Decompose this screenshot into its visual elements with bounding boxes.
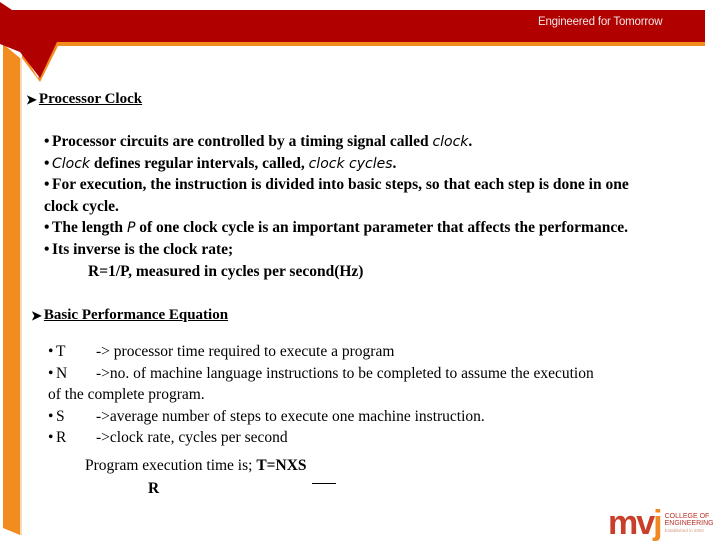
text: Processor circuits are controlled by a t…: [52, 133, 433, 150]
arrow-bullet-icon: ➤: [26, 91, 37, 107]
bullet-dot: •: [48, 343, 54, 360]
term-symbol: S: [56, 408, 65, 425]
logo-mark: mvj: [608, 506, 663, 540]
term-continuation: of the complete program.: [48, 386, 205, 403]
logo-j: j: [653, 504, 663, 542]
term-line: • N ->no. of machine language instructions…: [48, 365, 594, 383]
college-logo: mvj COLLEGE OF ENGINEERING Established i…: [608, 502, 714, 540]
logo-line1: COLLEGE OF: [664, 513, 710, 520]
logo-mv: mv: [608, 504, 655, 542]
italic-term: clock: [432, 134, 469, 150]
bullet-continuation: clock cycle.: [44, 198, 119, 215]
term-description: ->no. of machine language instructions t…: [96, 365, 594, 382]
orange-underline-stripe: [22, 41, 705, 82]
term-line: • T -> processor time required to execute …: [48, 343, 394, 361]
bullet-dot: •: [44, 133, 50, 150]
tagline: Engineered for Tomorrow: [538, 16, 663, 28]
bullet-dot: •: [44, 176, 50, 193]
bullet-dot: •: [48, 408, 54, 425]
section-heading-performance-equation: ➤ Basic Performance Equation: [31, 307, 228, 324]
text: Its inverse is the clock rate;: [52, 241, 234, 258]
arrow-bullet-icon: ➤: [31, 307, 42, 323]
term-line: • R ->clock rate, cycles per second: [48, 429, 288, 447]
bullet-line: • Its inverse is the clock rate;: [44, 241, 233, 259]
text: For execution, the instruction is divide…: [52, 176, 629, 193]
logo-line3: Established in 2002: [664, 528, 704, 533]
term-symbol: N: [56, 365, 68, 382]
bullet-line: • For execution, the instruction is divid…: [44, 176, 629, 194]
heading-text: Basic Performance Equation: [43, 307, 229, 323]
bullet-dot: •: [48, 365, 54, 382]
section-heading-processor-clock: ➤ Processor Clock: [26, 91, 142, 108]
left-orange-bar: [3, 44, 20, 535]
text: .: [468, 133, 473, 150]
term-description: ->clock rate, cycles per second: [96, 429, 288, 446]
term-symbol: T: [56, 343, 66, 360]
formula-denominator: R: [148, 480, 160, 497]
term-symbol: R: [56, 429, 67, 446]
bullet-line: • Clock defines regular intervals, called…: [44, 155, 396, 173]
red-banner: [0, 2, 705, 78]
text: .: [392, 155, 397, 172]
bullet-dot: •: [44, 155, 50, 172]
text: defines regular intervals, called,: [90, 155, 309, 172]
text: of one clock cycle is an important param…: [135, 219, 628, 236]
term-description: -> processor time required to execute a …: [96, 343, 395, 360]
logo-line2: ENGINEERING: [664, 520, 714, 527]
italic-term: Clock: [52, 156, 91, 172]
clock-rate-equation: R=1/P, measured in cycles per second(Hz): [88, 263, 364, 280]
bullet-dot: •: [48, 429, 54, 446]
formula-prefix: Program execution time is;: [85, 457, 257, 474]
formula-numerator: T=NXS: [256, 457, 307, 474]
execution-time-formula: Program execution time is; T=NXS: [85, 457, 307, 475]
bullet-dot: •: [44, 241, 50, 258]
text: The length: [52, 219, 127, 236]
bullet-line: • Processor circuits are controlled by a …: [44, 133, 472, 151]
logo-text: COLLEGE OF ENGINEERING Established in 20…: [665, 513, 714, 534]
term-line: • S ->average number of steps to execute o…: [48, 408, 485, 426]
heading-text: Processor Clock: [38, 91, 143, 107]
bullet-dot: •: [44, 219, 50, 236]
term-description: ->average number of steps to execute one…: [96, 408, 485, 425]
fraction-bar: [312, 483, 336, 484]
bullet-line: • The length P of one clock cycle is an i…: [44, 219, 628, 237]
italic-term: clock cycles: [308, 156, 393, 172]
